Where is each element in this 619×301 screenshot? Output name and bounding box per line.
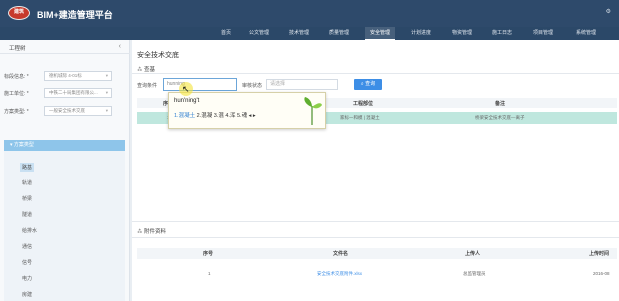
category-item[interactable]: 给排水: [22, 227, 37, 234]
nav-schedule[interactable]: 计划进度: [406, 27, 436, 40]
ime-candidate[interactable]: 2.混凝: [197, 113, 213, 119]
plan-type-label: 方案类型: *: [4, 109, 29, 115]
page-title: 安全技术交底: [137, 52, 179, 59]
category-item[interactable]: 桥梁: [22, 195, 32, 202]
row-note: 桥梁安全技术交底—离子: [475, 115, 525, 120]
column-header: 文件名: [333, 251, 349, 257]
category-item[interactable]: 房建: [22, 291, 32, 298]
search-label: 查询条件: [137, 83, 158, 89]
nav-construction-log[interactable]: 施工日志: [487, 27, 517, 40]
divider: [132, 221, 619, 222]
row-time: 2016-08: [593, 271, 610, 276]
ime-leaf-logo: [304, 97, 322, 126]
plan-type-select-value: 一般安全技术交底: [49, 108, 85, 113]
ime-page-arrows[interactable]: ◂ ▸: [249, 113, 256, 119]
settings-icon[interactable]: ⚙: [606, 8, 611, 15]
section-select-value: 德机城际 4-01标: [49, 73, 82, 78]
category-list: 路基 轨道 桥梁 隧道 给排水 通信 信号 电力 房建: [4, 151, 125, 301]
table-row[interactable]: 1 安全技术交底附件.xlsx 总监管理员 2016-08: [137, 268, 617, 279]
nav-materials[interactable]: 物资管理: [447, 27, 477, 40]
collapse-icon[interactable]: ‹: [119, 43, 121, 50]
column-header: 序号: [203, 251, 214, 257]
nav-documents[interactable]: 公文管理: [244, 27, 274, 40]
contractor-select-value: 中铁二十局集团有限公...: [49, 90, 98, 95]
main-nav: 首页 公文管理 技术管理 质量管理 安全管理 计划进度 物资管理 施工日志 项目…: [0, 27, 619, 40]
chevron-down-icon: ▾: [105, 90, 108, 95]
ime-pinyin: hun'ning't: [174, 98, 200, 104]
category-header[interactable]: ▾ 方案类型: [4, 140, 125, 151]
category-header-label: 方案类型: [13, 142, 34, 148]
ime-candidate[interactable]: 5.魂: [237, 113, 247, 119]
status-select[interactable]: 请选择: [266, 79, 338, 90]
category-item[interactable]: 通信: [22, 243, 32, 250]
ime-candidate[interactable]: 3.混: [214, 113, 224, 119]
query-button-label: 查询: [365, 81, 376, 87]
section-label: 标段信息: *: [4, 74, 29, 80]
category-item[interactable]: 隧道: [22, 211, 32, 218]
query-button[interactable]: ⌕ 查询: [354, 79, 382, 90]
category-item[interactable]: 电力: [22, 275, 32, 282]
row-part: 家标一和模 | 混凝土: [340, 115, 380, 120]
divider: [132, 237, 619, 238]
category-item[interactable]: 路基: [20, 163, 35, 172]
nav-quality[interactable]: 质量管理: [324, 27, 354, 40]
column-header: 工程部位: [353, 101, 374, 107]
sidebar-header: 工程树 ‹: [0, 40, 130, 54]
nav-project[interactable]: 项目管理: [528, 27, 558, 40]
top-bar: 建筑 BIM+建造管理平台 ⚙: [0, 0, 619, 27]
nav-safety[interactable]: 安全管理: [365, 27, 395, 40]
status-label: 审核状态: [242, 83, 263, 89]
contractor-select[interactable]: 中铁二十局集团有限公... ▾: [44, 88, 112, 98]
sidebar: 工程树 ‹ 标段信息: * 德机城际 4-01标 ▾ 施工单位: * 中铁二十局…: [0, 40, 130, 301]
search-input[interactable]: hunning: [163, 78, 237, 91]
attachments-title: ⁂ 附件资料: [137, 227, 166, 235]
section-select[interactable]: 德机城际 4-01标 ▾: [44, 71, 112, 81]
ime-candidate-window: hun'ning't 1.混凝土 2.混凝 3.混 4.浑 5.魂 ◂ ▸: [168, 92, 326, 129]
ime-candidate[interactable]: 4.浑: [225, 113, 235, 119]
ime-candidate[interactable]: 1.混凝土: [174, 113, 195, 119]
nav-system[interactable]: 系统管理: [570, 27, 602, 40]
chevron-down-icon: ▾: [105, 73, 108, 78]
row-index: 1: [208, 271, 211, 276]
file-link[interactable]: 安全技术交底附件.xlsx: [317, 271, 362, 277]
plan-type-select[interactable]: 一般安全技术交底 ▾: [44, 106, 112, 116]
section-title: ⁂ 查基: [137, 65, 155, 73]
column-header: 备注: [495, 101, 506, 107]
chevron-down-icon: ▾: [105, 108, 108, 113]
category-item[interactable]: 信号: [22, 259, 32, 266]
sidebar-title: 工程树: [9, 46, 26, 52]
mouse-pointer-icon: ↖: [182, 84, 190, 94]
ime-candidates: 1.混凝土 2.混凝 3.混 4.浑 5.魂 ◂ ▸: [174, 111, 256, 119]
row-uploader: 总监管理员: [463, 271, 486, 276]
app-logo: 建筑: [8, 6, 30, 20]
category-item[interactable]: 轨道: [22, 179, 32, 186]
contractor-label: 施工单位: *: [4, 91, 29, 97]
nav-technology[interactable]: 技术管理: [284, 27, 314, 40]
main-panel: 安全技术交底 ⁂ 查基 查询条件 hunning 审核状态 请选择 ⌕ 查询 序…: [132, 40, 619, 301]
app-title: BIM+建造管理平台: [37, 10, 113, 20]
attachments-title-text: 附件资料: [144, 229, 167, 235]
section-icon: ⁂: [137, 229, 145, 235]
column-header: 上传人: [465, 251, 481, 257]
nav-home[interactable]: 首页: [213, 27, 239, 40]
attachments-table-header: 序号 文件名 上传人 上传时间: [137, 248, 617, 259]
column-header: 上传时间: [589, 251, 610, 257]
divider: [132, 73, 619, 74]
